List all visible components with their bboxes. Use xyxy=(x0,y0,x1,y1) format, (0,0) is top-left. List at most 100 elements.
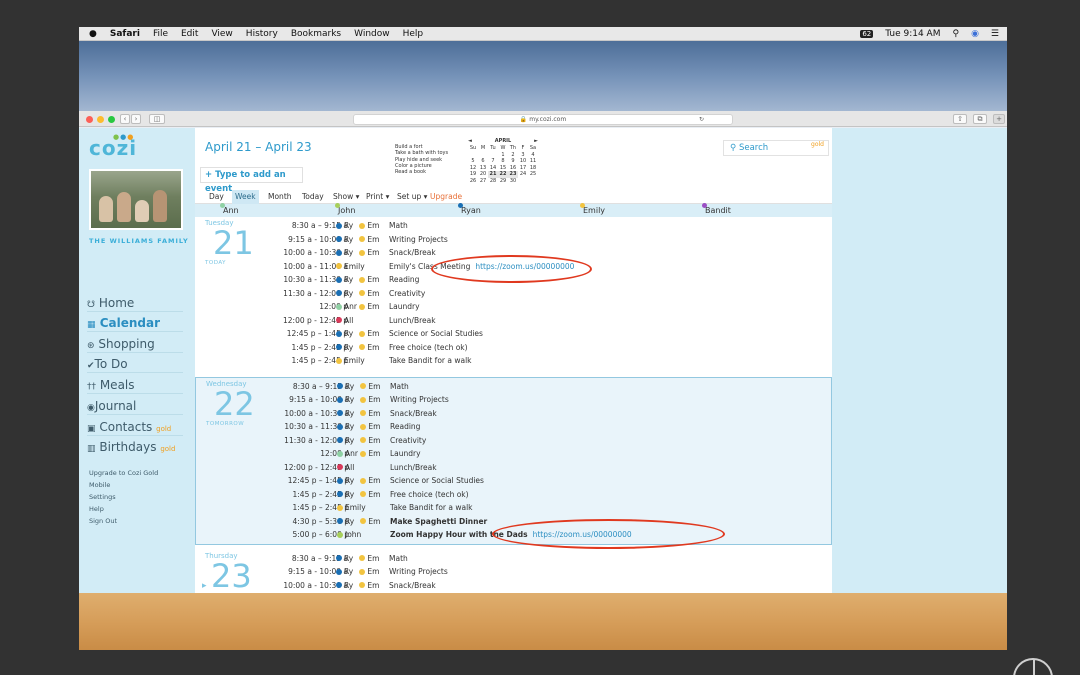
sidebar-item-shopping[interactable]: ⊛ Shopping xyxy=(87,337,155,351)
event-row[interactable]: 8:30 a – 9:15 a Ry Em Math xyxy=(195,219,832,232)
menu-bookmarks[interactable]: Bookmarks xyxy=(291,29,341,39)
minimize-window-button[interactable] xyxy=(97,116,104,123)
event-row[interactable]: 1:45 p – 2:45 p Emily Take Bandit for a wa… xyxy=(196,501,832,514)
show-menu[interactable]: Show ▾ xyxy=(330,190,362,204)
member-emily[interactable]: Emily xyxy=(580,203,606,215)
event-subject: Take Bandit for a walk xyxy=(389,356,472,365)
event-subject: Laundry xyxy=(389,302,420,311)
print-menu[interactable]: Print ▾ xyxy=(363,190,392,204)
search-input[interactable]: ⚲ Search gold xyxy=(723,140,829,156)
reload-icon[interactable]: ↻ xyxy=(699,115,704,124)
event-row[interactable]: 9:15 a - 10:00 a Ry Em Writing Projects xyxy=(195,565,832,578)
member-bandit[interactable]: Bandit xyxy=(702,203,731,215)
link-upgrade-gold[interactable]: Upgrade to Cozi Gold xyxy=(89,469,158,477)
member-john[interactable]: John xyxy=(335,203,355,215)
clock[interactable]: Tue 9:14 AM xyxy=(885,29,940,39)
divider xyxy=(87,311,183,312)
menu-view[interactable]: View xyxy=(211,29,232,39)
event-title: Make Spaghetti Dinner xyxy=(390,516,488,526)
mini-calendar-day[interactable]: 29 xyxy=(498,178,508,185)
event-row[interactable]: 8:30 a – 9:15 a Ry Em Math xyxy=(196,380,832,393)
link-mobile[interactable]: Mobile xyxy=(89,481,110,489)
cozi-logo[interactable]: cozi ●●● xyxy=(89,133,137,160)
link-help[interactable]: Help xyxy=(89,505,104,513)
upgrade-link[interactable]: Upgrade xyxy=(427,190,465,204)
mini-calendar-day[interactable]: 28 xyxy=(488,178,498,185)
member-ann[interactable]: Ann xyxy=(220,203,239,215)
menu-safari[interactable]: Safari xyxy=(110,29,140,39)
member-ryan[interactable]: Ryan xyxy=(458,203,481,215)
sidebar-item-home[interactable]: ☋ Home xyxy=(87,296,134,310)
event-row[interactable]: 1:45 p – 2:45 p Emily Take Bandit for a wa… xyxy=(195,354,832,367)
add-event-input[interactable]: + Type to add an event xyxy=(200,167,303,194)
mini-calendar-day[interactable]: 27 xyxy=(478,178,488,185)
event-row[interactable]: 12:00 p Ann Em Laundry xyxy=(195,300,832,313)
event-row[interactable]: 10:30 a - 11:30 a Ry Em Reading xyxy=(196,420,832,433)
attendee-label: Em xyxy=(367,553,380,563)
notification-center-icon[interactable]: ☰ xyxy=(991,29,999,39)
new-tab-button[interactable]: + xyxy=(993,114,1005,124)
apple-menu-icon[interactable]: ● xyxy=(89,29,97,39)
event-row[interactable]: 8:30 a – 9:15 a Ry Em Math xyxy=(195,552,832,565)
event-row[interactable]: 9:15 a - 10:00 a Ry Em Writing Projects xyxy=(195,233,832,246)
link-settings[interactable]: Settings xyxy=(89,493,116,501)
event-row[interactable]: 10:00 a - 10:30 a Ry Em Snack/Break xyxy=(195,579,832,592)
sidebar-item-todo[interactable]: ✔To Do xyxy=(87,357,128,371)
attendee-dot xyxy=(337,518,343,524)
attendee-label: Em xyxy=(367,329,380,338)
event-subject: Take Bandit for a walk xyxy=(390,503,473,512)
mini-calendar-day[interactable]: 26 xyxy=(468,178,478,185)
event-attendees: Ry Em xyxy=(337,409,380,418)
sidebar-toggle-icon[interactable]: ◫ xyxy=(149,114,165,124)
close-window-button[interactable] xyxy=(86,116,93,123)
battery-icon[interactable]: 62 xyxy=(860,30,874,38)
menu-help[interactable]: Help xyxy=(403,29,424,39)
event-attendees: Ry Em xyxy=(336,289,379,298)
zoom-window-button[interactable] xyxy=(108,116,115,123)
forward-button[interactable]: › xyxy=(131,114,141,124)
member-name: Emily xyxy=(583,206,606,215)
link-sign-out[interactable]: Sign Out xyxy=(89,517,117,525)
event-row[interactable]: 12:00 p - 12:45 p All Lunch/Break xyxy=(196,461,832,474)
event-title: Laundry xyxy=(390,449,421,458)
mini-calendar-day[interactable]: 30 xyxy=(508,178,518,185)
sidebar-item-journal[interactable]: ◉Journal xyxy=(87,399,136,413)
event-row[interactable]: 11:30 a - 12:00 p Ry Em Creativity xyxy=(196,434,832,447)
share-icon[interactable]: ⇧ xyxy=(953,114,967,124)
tabs-overview-icon[interactable]: ⧉ xyxy=(973,114,987,124)
family-photo[interactable] xyxy=(89,169,183,230)
spotlight-search-icon[interactable]: ⚲ xyxy=(952,29,959,39)
sidebar-item-meals[interactable]: †† Meals xyxy=(87,378,135,392)
event-row[interactable]: 12:00 p Ann Em Laundry xyxy=(196,447,832,460)
menu-file[interactable]: File xyxy=(153,29,168,39)
siri-icon[interactable]: ◉ xyxy=(971,29,979,39)
tab-month[interactable]: Month xyxy=(265,190,295,204)
tab-day[interactable]: Day xyxy=(206,190,227,204)
prev-month-icon[interactable]: ◄ xyxy=(468,138,472,145)
todo-preview[interactable]: Build a fort Take a bath with toys Play … xyxy=(395,144,448,175)
event-row[interactable]: 9:15 a - 10:00 a Ry Em Writing Projects xyxy=(196,393,832,406)
event-title: Snack/Break xyxy=(389,580,436,590)
menu-history[interactable]: History xyxy=(246,29,278,39)
next-month-icon[interactable]: ► xyxy=(534,138,538,145)
event-row[interactable]: 1:45 p – 2:45 p Ry Em Free choice (tech ok… xyxy=(195,341,832,354)
week-events: Tuesday 21 TODAY 8:30 a – 9:15 a Ry Em Math 9:… xyxy=(195,217,832,593)
tab-week[interactable]: Week xyxy=(232,190,259,204)
event-row[interactable]: 1:45 p – 2:45 p Ry Em Free choice (tech ok… xyxy=(196,488,832,501)
sidebar-item-contacts[interactable]: ▣ Contacts gold xyxy=(87,420,171,434)
event-row[interactable]: 12:00 p - 12:45 p All Lunch/Break xyxy=(195,314,832,327)
back-button[interactable]: ‹ xyxy=(120,114,130,124)
menu-window[interactable]: Window xyxy=(354,29,390,39)
event-row[interactable]: 11:30 a - 12:00 p Ry Em Creativity xyxy=(195,287,832,300)
event-row[interactable]: 10:00 a - 10:30 a Ry Em Snack/Break xyxy=(196,407,832,420)
attendee-dot xyxy=(336,568,342,575)
setup-menu[interactable]: Set up ▾ xyxy=(394,190,430,204)
today-button[interactable]: Today xyxy=(299,190,327,204)
event-row[interactable]: 12:45 p – 1:45 p Ry Em Science or Social S… xyxy=(196,474,832,487)
divider xyxy=(87,352,183,353)
sidebar-item-calendar[interactable]: ▦ Calendar xyxy=(87,316,160,330)
address-bar[interactable]: 🔒 my.cozi.com ↻ xyxy=(353,114,733,125)
menu-edit[interactable]: Edit xyxy=(181,29,198,39)
sidebar-item-birthdays[interactable]: ▥ Birthdays gold xyxy=(87,440,175,454)
event-row[interactable]: 12:45 p – 1:45 p Ry Em Science or Social S… xyxy=(195,327,832,340)
